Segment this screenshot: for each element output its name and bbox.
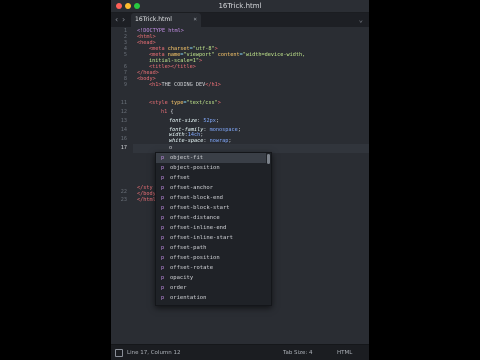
autocomplete-popup[interactable]: p object-fit p object-position p offset p of… bbox=[155, 152, 272, 306]
autocomplete-item[interactable]: p offset-anchor bbox=[156, 183, 266, 193]
autocomplete-item[interactable]: p offset-block-start bbox=[156, 203, 266, 213]
autocomplete-item[interactable]: p offset-position bbox=[156, 253, 266, 263]
property-icon: p bbox=[160, 225, 165, 231]
autocomplete-item[interactable]: p offset-path bbox=[156, 243, 266, 253]
property-icon: p bbox=[160, 275, 165, 281]
code-line-13: font-size: 52px; bbox=[169, 118, 219, 124]
autocomplete-item[interactable]: p offset-distance bbox=[156, 213, 266, 223]
property-icon: p bbox=[160, 205, 165, 211]
line-number: 13 bbox=[120, 118, 127, 124]
property-icon: p bbox=[160, 265, 165, 271]
line-number: 11 bbox=[120, 100, 127, 106]
tab-16trick-html[interactable]: 16Trick.html × bbox=[131, 13, 201, 27]
line-number: 9 bbox=[123, 82, 127, 88]
tab-label: 16Trick.html bbox=[135, 16, 172, 23]
chevron-left-icon[interactable]: ‹ bbox=[115, 14, 118, 26]
autocomplete-item[interactable]: p orientation bbox=[156, 293, 266, 303]
property-icon: p bbox=[160, 295, 165, 301]
title-bar: 16Trick.html bbox=[111, 0, 369, 13]
syntax-selector[interactable]: HTML bbox=[337, 348, 352, 358]
close-icon[interactable]: × bbox=[193, 15, 197, 25]
code-line-9: <h1>THE CODING DEV</h1> bbox=[149, 82, 221, 88]
property-icon: p bbox=[160, 235, 165, 241]
autocomplete-item[interactable]: p offset-rotate bbox=[156, 263, 266, 273]
property-icon: p bbox=[160, 285, 165, 291]
autocomplete-item[interactable]: p offset bbox=[156, 173, 266, 183]
line-number: 12 bbox=[120, 109, 127, 115]
property-icon: p bbox=[160, 255, 165, 261]
line-number: 23 bbox=[120, 197, 127, 203]
line-number: 14 bbox=[120, 127, 127, 133]
chevron-down-icon[interactable]: ⌄ bbox=[359, 14, 363, 26]
chevron-right-icon[interactable]: › bbox=[122, 14, 125, 26]
line-number: 16 bbox=[120, 136, 127, 142]
line-number-current: 17 bbox=[120, 145, 127, 151]
property-icon: p bbox=[160, 175, 165, 181]
autocomplete-item[interactable]: p object-position bbox=[156, 163, 266, 173]
line-number-gutter: 1 2 3 4 5 6 7 8 9 11 12 13 14 16 17 22 2… bbox=[111, 27, 133, 344]
property-icon: p bbox=[160, 185, 165, 191]
property-icon: p bbox=[160, 155, 165, 161]
panel-toggle-icon[interactable] bbox=[115, 349, 123, 357]
autocomplete-scrollbar[interactable] bbox=[267, 154, 270, 164]
editor-window: 16Trick.html ‹ › 16Trick.html × ⌄ 1 2 3 … bbox=[111, 0, 369, 360]
tab-size-selector[interactable]: Tab Size: 4 bbox=[283, 348, 312, 358]
autocomplete-item[interactable]: p offset-inline-start bbox=[156, 233, 266, 243]
code-line-11: <style type="text/css"> bbox=[149, 100, 221, 106]
autocomplete-item[interactable]: p order bbox=[156, 283, 266, 293]
cursor-position: Line 17, Column 12 bbox=[127, 350, 181, 356]
status-bar: Line 17, Column 12 Tab Size: 4 HTML bbox=[111, 344, 369, 360]
window-title: 16Trick.html bbox=[218, 2, 262, 10]
autocomplete-item[interactable]: p opacity bbox=[156, 273, 266, 283]
property-icon: p bbox=[160, 245, 165, 251]
line-number: 5 bbox=[123, 52, 127, 58]
autocomplete-item[interactable]: p object-fit bbox=[156, 153, 266, 163]
autocomplete-item[interactable]: p offset-inline-end bbox=[156, 223, 266, 233]
property-icon: p bbox=[160, 215, 165, 221]
code-line-12: h1 { bbox=[161, 109, 174, 115]
property-icon: p bbox=[160, 195, 165, 201]
property-icon: p bbox=[160, 165, 165, 171]
tab-bar: ‹ › 16Trick.html × ⌄ bbox=[111, 13, 369, 27]
autocomplete-item[interactable]: p offset-block-end bbox=[156, 193, 266, 203]
code-line-16: white-space: nowrap; bbox=[169, 138, 232, 144]
